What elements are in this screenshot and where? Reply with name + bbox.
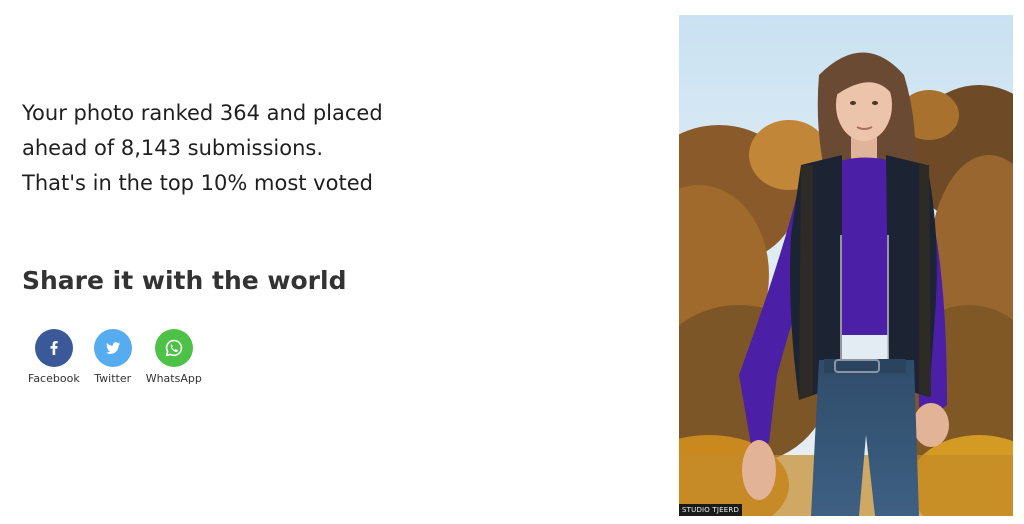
twitter-share-button[interactable]: Twitter	[93, 329, 132, 385]
twitter-label: Twitter	[94, 372, 132, 385]
submissions-line: ahead of 8,143 submissions.	[22, 136, 324, 160]
twitter-icon[interactable]	[93, 329, 132, 367]
facebook-label: Facebook	[28, 372, 80, 385]
top-percent-line: That's in the top 10% most voted	[22, 171, 373, 195]
whatsapp-label: WhatsApp	[145, 372, 202, 385]
rank-summary: Your photo ranked 364 and placed ahead o…	[22, 96, 482, 201]
submitted-photo: STUDIO TJEERD	[679, 15, 1013, 516]
share-heading: Share it with the world	[22, 266, 347, 295]
rank-line: Your photo ranked 364 and placed	[22, 101, 383, 125]
share-buttons: Facebook Twitter WhatsApp	[28, 329, 202, 385]
facebook-icon[interactable]	[34, 329, 73, 367]
photo-watermark: STUDIO TJEERD	[679, 504, 743, 516]
portrait-image	[679, 15, 1013, 516]
facebook-share-button[interactable]: Facebook	[28, 329, 80, 385]
whatsapp-icon[interactable]	[154, 329, 193, 367]
whatsapp-share-button[interactable]: WhatsApp	[146, 329, 202, 385]
result-page: Your photo ranked 364 and placed ahead o…	[0, 0, 1024, 524]
